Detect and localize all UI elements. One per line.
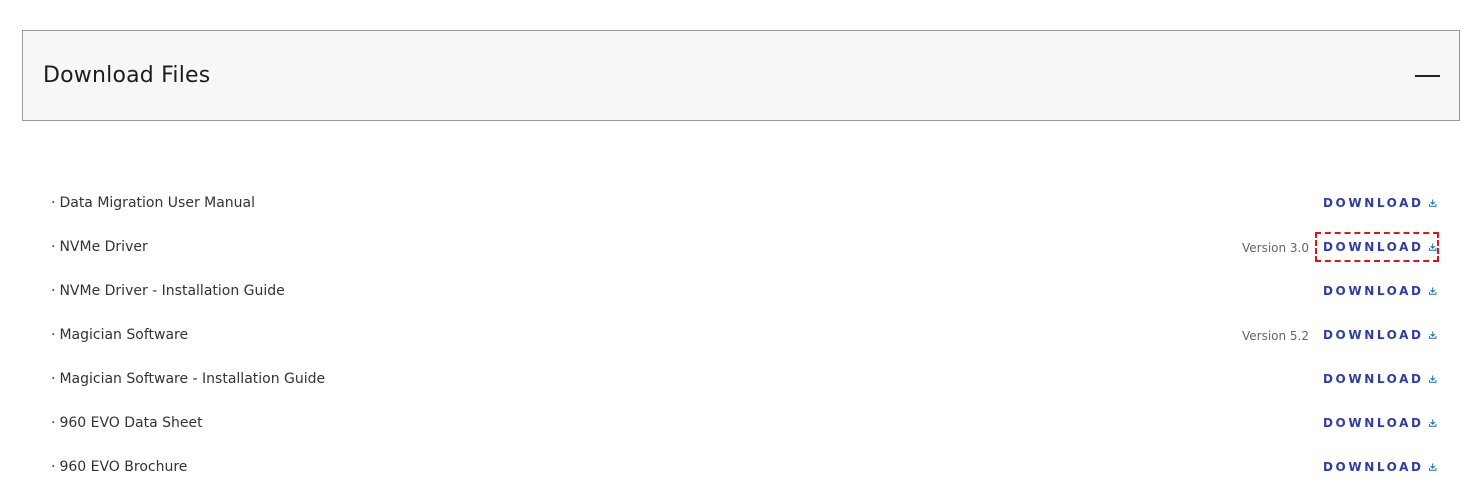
- download-button[interactable]: DOWNLOAD: [1317, 278, 1437, 304]
- file-name-label: Magician Software - Installation Guide: [59, 371, 326, 387]
- download-button[interactable]: DOWNLOAD: [1317, 454, 1437, 480]
- minus-bar: [1415, 75, 1440, 77]
- file-row: · NVMe Driver Version 3.0 DOWNLOAD: [0, 226, 1483, 270]
- file-name: · Magician Software - Installation Guide: [51, 371, 326, 387]
- file-name: · Data Migration User Manual: [51, 195, 256, 211]
- download-label: DOWNLOAD: [1323, 328, 1424, 342]
- file-name-label: NVMe Driver: [59, 239, 148, 255]
- download-button[interactable]: DOWNLOAD: [1315, 232, 1439, 262]
- download-files-header[interactable]: Download Files: [22, 30, 1460, 121]
- download-button[interactable]: DOWNLOAD: [1317, 322, 1437, 348]
- file-name-label: 960 EVO Brochure: [59, 459, 188, 475]
- download-icon: [1428, 243, 1437, 251]
- download-icon: [1428, 331, 1437, 339]
- file-row: · 960 EVO Brochure DOWNLOAD: [0, 446, 1483, 490]
- download-button[interactable]: DOWNLOAD: [1317, 366, 1437, 392]
- file-row: · 960 EVO Data Sheet DOWNLOAD: [0, 402, 1483, 446]
- version-label: Version 5.2: [1241, 329, 1309, 343]
- file-row: · Data Migration User Manual DOWNLOAD: [0, 182, 1483, 226]
- file-name-label: NVMe Driver - Installation Guide: [59, 283, 285, 299]
- file-name: · Magician Software: [51, 327, 189, 343]
- file-name-label: 960 EVO Data Sheet: [59, 415, 203, 431]
- file-name: · NVMe Driver - Installation Guide: [51, 283, 285, 299]
- download-icon: [1428, 375, 1437, 383]
- download-label: DOWNLOAD: [1323, 284, 1424, 298]
- section-title: Download Files: [43, 63, 211, 88]
- file-name: · NVMe Driver: [51, 239, 148, 255]
- minus-collapse-icon[interactable]: [1415, 66, 1441, 86]
- download-icon: [1428, 419, 1437, 427]
- file-name: · 960 EVO Brochure: [51, 459, 188, 475]
- download-button[interactable]: DOWNLOAD: [1317, 410, 1437, 436]
- version-label: Version 3.0: [1241, 241, 1309, 255]
- file-name: · 960 EVO Data Sheet: [51, 415, 203, 431]
- download-icon: [1428, 463, 1437, 471]
- download-label: DOWNLOAD: [1323, 196, 1424, 210]
- file-row: · Magician Software - Installation Guide …: [0, 358, 1483, 402]
- download-label: DOWNLOAD: [1323, 240, 1424, 254]
- download-label: DOWNLOAD: [1323, 372, 1424, 386]
- file-name-label: Magician Software: [59, 327, 189, 343]
- file-row: · NVMe Driver - Installation Guide DOWNLO…: [0, 270, 1483, 314]
- file-row: · Magician Software Version 5.2 DOWNLOAD: [0, 314, 1483, 358]
- download-file-list: · Data Migration User Manual DOWNLOAD · NV…: [0, 182, 1483, 490]
- download-label: DOWNLOAD: [1323, 416, 1424, 430]
- download-icon: [1428, 199, 1437, 207]
- download-icon: [1428, 287, 1437, 295]
- download-button[interactable]: DOWNLOAD: [1317, 190, 1437, 216]
- download-label: DOWNLOAD: [1323, 460, 1424, 474]
- file-name-label: Data Migration User Manual: [59, 195, 256, 211]
